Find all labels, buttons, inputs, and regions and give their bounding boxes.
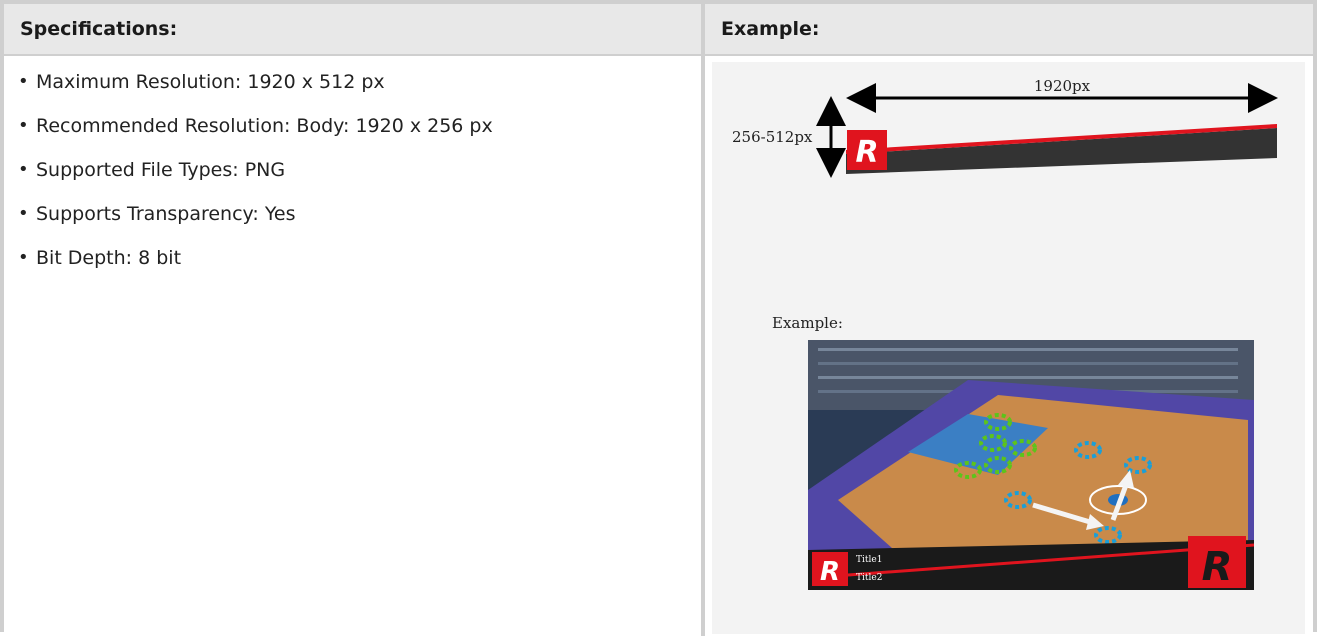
court-title2: Title2	[856, 573, 882, 583]
dimension-diagram: R 1920px 256-512px	[732, 77, 1278, 178]
svg-text:R: R	[820, 557, 840, 587]
court-title1: Title1	[856, 555, 882, 565]
spec-file-types: Supported File Types: PNG	[18, 152, 493, 196]
dark-bar	[846, 128, 1277, 174]
spec-table: Specifications: Example: Maximum Resolut…	[0, 0, 1317, 636]
height-label: 256-512px	[732, 128, 813, 146]
spec-recommended-resolution: Recommended Resolution: Body: 1920 x 256…	[18, 108, 493, 152]
example-header: Example:	[705, 4, 1313, 54]
spec-bit-depth: Bit Depth: 8 bit	[18, 240, 493, 284]
width-label: 1920px	[1034, 77, 1091, 95]
court-screenshot: R Title1 Title2 R	[808, 340, 1254, 590]
logo-letter: R	[855, 135, 878, 170]
example-image: R 1920px 256-512px Example: R Title1 Tit…	[712, 62, 1305, 634]
spec-max-resolution: Maximum Resolution: 1920 x 512 px	[18, 64, 493, 108]
specifications-header: Specifications:	[4, 4, 701, 54]
specs-list: Maximum Resolution: 1920 x 512 px Recomm…	[18, 64, 493, 284]
spec-transparency: Supports Transparency: Yes	[18, 196, 493, 240]
column-divider	[701, 4, 705, 636]
svg-text:R: R	[1202, 544, 1233, 590]
example-caption: Example:	[772, 314, 843, 332]
header-divider	[4, 54, 1313, 56]
court-illustration: R Title1 Title2 R	[808, 340, 1254, 590]
